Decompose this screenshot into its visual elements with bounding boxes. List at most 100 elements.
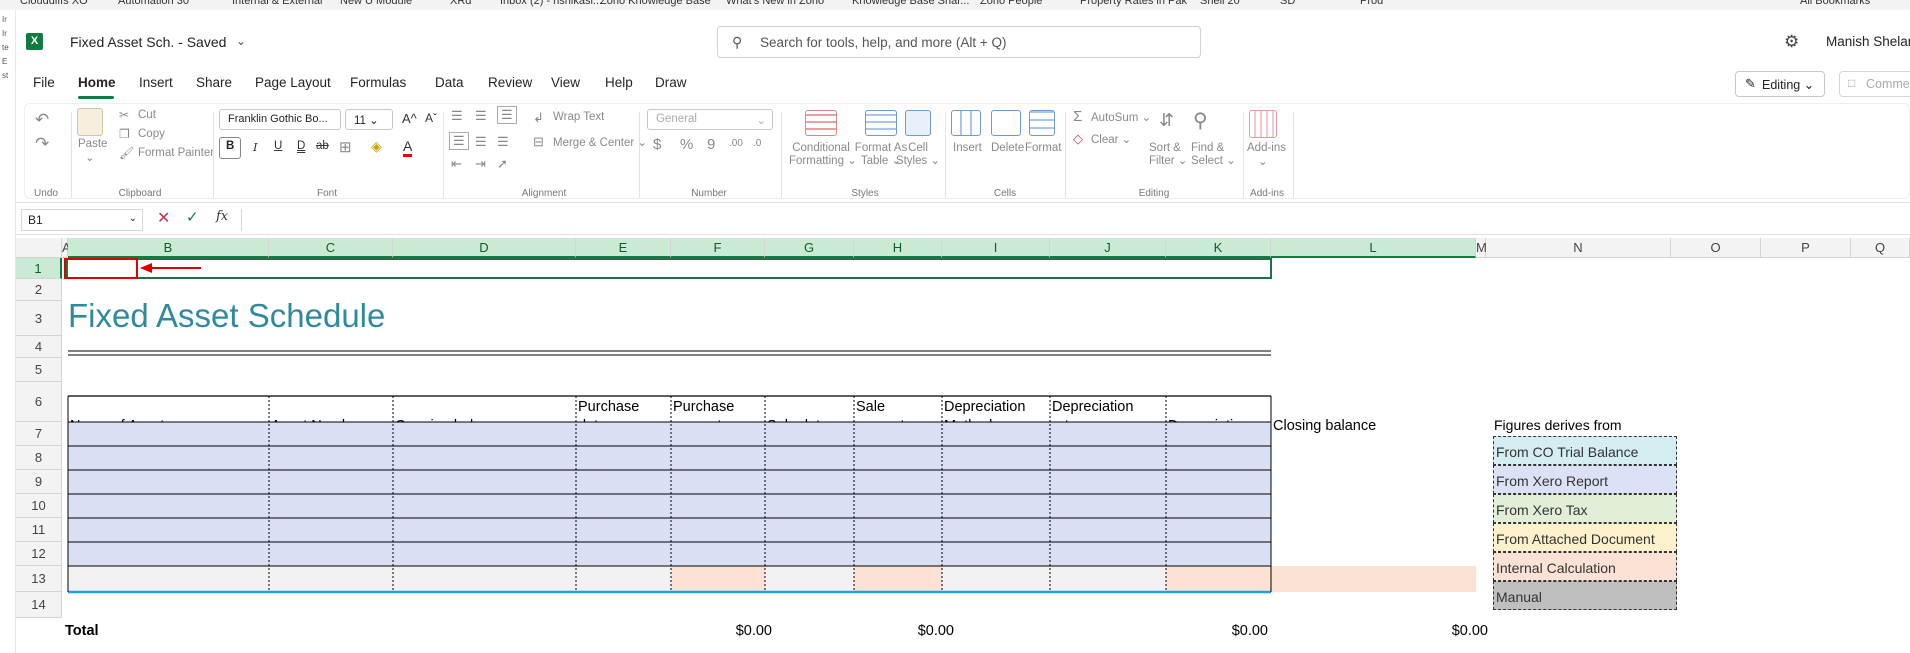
copy-button[interactable]: Copy — [138, 128, 165, 140]
insert-cells-button[interactable]: Insert — [953, 142, 982, 154]
increase-indent-icon[interactable]: ⇥ — [475, 156, 486, 172]
name-box[interactable]: B1 ⌄ — [21, 209, 143, 231]
bookmark-item[interactable]: Internal & External — [232, 0, 323, 7]
bookmark-item[interactable]: Property Rates in Pak — [1080, 0, 1187, 7]
tab-view[interactable]: View — [551, 75, 580, 90]
add-ins-button[interactable]: Add-ins — [1247, 142, 1286, 154]
total-label[interactable]: Total — [65, 623, 99, 639]
font-group-label: Font — [316, 188, 337, 199]
tab-file[interactable]: File — [33, 75, 55, 90]
cut-button[interactable]: Cut — [138, 109, 156, 121]
align-middle-icon[interactable]: ☰ — [475, 108, 487, 124]
bookmark-item[interactable]: All Bookmarks — [1800, 0, 1870, 7]
conditional-formatting-button[interactable]: Conditional Formatting ⌄ — [789, 142, 857, 168]
wrap-text-button[interactable]: Wrap Text — [553, 111, 604, 123]
align-left-icon[interactable]: ☰ — [449, 132, 469, 150]
user-name[interactable]: Manish Shelar — [1826, 34, 1910, 49]
double-underline-button[interactable]: D — [297, 140, 305, 152]
bookmark-item[interactable]: Zoho People — [980, 0, 1042, 7]
editing-mode-button[interactable]: ✎ Editing ⌄ — [1735, 71, 1825, 97]
number-format-dropdown[interactable]: General ⌄ — [647, 109, 773, 130]
total-closing-balance[interactable]: $0.00 — [1372, 623, 1488, 639]
italic-button[interactable]: I — [253, 140, 258, 154]
comma-style-button[interactable]: 9 — [707, 136, 715, 153]
tab-home[interactable]: Home — [78, 75, 116, 90]
cell-styles-button[interactable]: Cell Styles ⌄ — [895, 142, 941, 168]
align-right-icon[interactable]: ☰ — [497, 134, 509, 150]
legend-item[interactable]: From Xero Report — [1493, 465, 1677, 494]
bookmark-item[interactable]: What's New in Zoho — [726, 0, 824, 7]
bookmark-item[interactable]: Prod — [1360, 0, 1383, 7]
redo-icon[interactable]: ↷ — [35, 134, 49, 154]
bookmark-item[interactable]: Clouddiffs XO — [20, 0, 88, 7]
increase-decimal-button[interactable]: .00 — [729, 138, 743, 149]
comments-button[interactable]: □ Comments — [1839, 71, 1910, 97]
bookmark-item[interactable]: XRd — [450, 0, 471, 7]
tab-page-layout[interactable]: Page Layout — [255, 75, 331, 90]
undo-icon[interactable]: ↶ — [35, 110, 49, 130]
formula-input[interactable] — [241, 209, 1910, 231]
fill-color-icon[interactable]: ◈ — [371, 138, 382, 155]
bookmark-item[interactable]: Zoho Knowledge Base — [600, 0, 711, 7]
paste-icon[interactable] — [77, 108, 103, 136]
tab-formulas[interactable]: Formulas — [350, 75, 406, 90]
total-depreciation[interactable]: $0.00 — [1166, 623, 1268, 639]
total-purchase-amount[interactable]: $0.00 — [672, 623, 772, 639]
document-title[interactable]: Fixed Asset Sch. - Saved — [70, 34, 226, 50]
font-family-dropdown[interactable]: Franklin Gothic Bo... — [219, 109, 341, 130]
align-bottom-icon[interactable]: ☰ — [497, 106, 517, 124]
bookmark-item[interactable]: Automation 30 — [118, 0, 189, 7]
gear-icon[interactable]: ⚙ — [1784, 32, 1799, 52]
decrease-decimal-button[interactable]: .0 — [753, 138, 761, 149]
shrink-font-button[interactable]: Aˇ — [425, 111, 437, 125]
delete-cells-button[interactable]: Delete — [991, 142, 1024, 154]
tab-share[interactable]: Share — [196, 75, 232, 90]
align-top-icon[interactable]: ☰ — [451, 108, 463, 124]
legend-item[interactable]: From Xero Tax — [1493, 494, 1677, 523]
legend-item[interactable]: Manual — [1493, 581, 1677, 610]
percent-button[interactable]: % — [680, 136, 693, 153]
chevron-down-icon[interactable]: ⌄ — [236, 34, 246, 48]
underline-button[interactable]: U — [274, 140, 282, 152]
format-painter-button[interactable]: Format Painter — [138, 147, 214, 159]
merge-center-button[interactable]: Merge & Center ⌄ — [553, 135, 647, 149]
insert-function-icon[interactable]: fx — [216, 209, 228, 224]
format-cells-button[interactable]: Format — [1025, 142, 1061, 154]
tab-data[interactable]: Data — [435, 75, 464, 90]
tab-help[interactable]: Help — [605, 75, 633, 90]
excel-logo-icon[interactable]: X — [26, 33, 43, 50]
align-center-icon[interactable]: ☰ — [475, 134, 487, 150]
borders-icon[interactable]: ⊞ — [339, 138, 352, 156]
legend-item[interactable]: From CO Trial Balance — [1493, 436, 1677, 465]
font-color-icon[interactable]: A — [403, 138, 413, 157]
total-sale-amount[interactable]: $0.00 — [854, 623, 954, 639]
legend-item[interactable]: Internal Calculation — [1493, 552, 1677, 581]
tab-draw[interactable]: Draw — [655, 75, 687, 90]
paste-button[interactable]: Paste — [78, 138, 107, 150]
find-select-button[interactable]: Find & Select ⌄ — [1191, 142, 1236, 168]
autosum-button[interactable]: AutoSum ⌄ — [1091, 110, 1151, 124]
left-strip-text: Ir — [2, 29, 7, 38]
clear-button[interactable]: Clear ⌄ — [1091, 132, 1131, 146]
decrease-indent-icon[interactable]: ⇤ — [451, 156, 462, 172]
bookmark-item[interactable]: SD — [1280, 0, 1295, 7]
grow-font-button[interactable]: A^ — [402, 111, 417, 126]
orientation-icon[interactable]: ➚ — [497, 156, 508, 172]
legend-item[interactable]: From Attached Document — [1493, 523, 1677, 552]
search-box[interactable]: ⚲ Search for tools, help, and more (Alt … — [717, 26, 1201, 58]
bookmark-item[interactable]: New U Module — [340, 0, 412, 7]
currency-button[interactable]: $ — [653, 136, 661, 153]
cancel-icon[interactable]: ✕ — [157, 208, 170, 228]
bookmark-item[interactable]: Shell 20 — [1200, 0, 1240, 7]
strikethrough-button[interactable]: ab — [316, 140, 329, 152]
bookmark-item[interactable]: Knowledge Base Shar... — [852, 0, 969, 7]
clipboard-group-label: Clipboard — [118, 188, 162, 199]
bookmark-item[interactable]: Inbox (2) - rishikasi... — [500, 0, 602, 7]
sort-filter-button[interactable]: Sort & Filter ⌄ — [1149, 142, 1187, 168]
tab-review[interactable]: Review — [488, 75, 532, 90]
font-size-dropdown[interactable]: 11 ⌄ — [345, 109, 393, 130]
enter-icon[interactable]: ✓ — [186, 208, 199, 226]
ribbon: ↶ ↷ Undo Paste ⌄ ✂ Cut ❐ Copy 🖌 Format P… — [16, 101, 1910, 203]
tab-insert[interactable]: Insert — [139, 75, 173, 90]
bold-button[interactable]: B — [219, 137, 241, 159]
